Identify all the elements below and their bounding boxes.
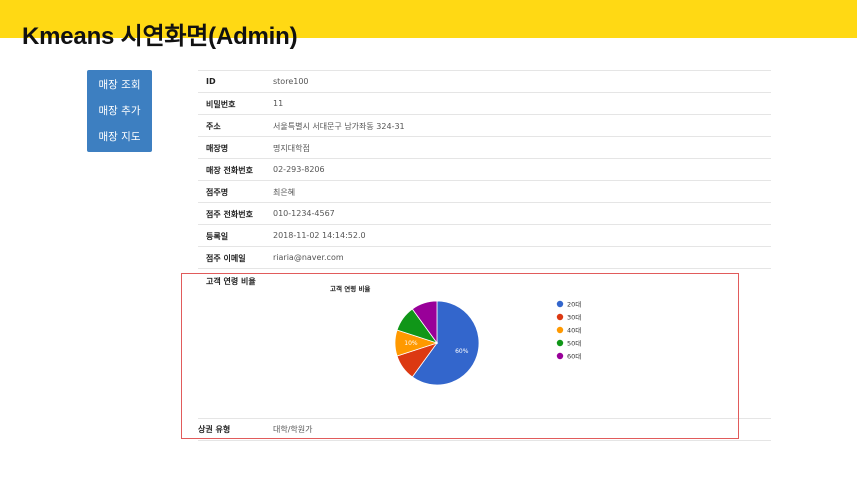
legend-label: 60대 [567,353,581,361]
legend-swatch [556,339,564,347]
detail-key: 상권 유형 [198,425,231,434]
legend-label: 40대 [567,327,581,335]
legend-swatch [556,352,564,360]
legend-label: 50대 [567,340,581,348]
age-pie-chart: 고객 연령 비율 60% 10% 20대 30대 40대 50대 60대 [330,284,581,386]
detail-value: 대학/학원가 [273,425,313,434]
legend-swatch [556,326,564,334]
legend-label: 20대 [567,301,581,309]
slice-label: 10% [404,340,418,347]
chart-title: 고객 연령 비율 [330,284,370,293]
slice-label: 60% [455,348,469,355]
legend-label: 30대 [567,314,581,322]
legend-swatch [556,300,564,308]
detail-row-commercial-type: 상권 유형 대학/학원가 [198,424,313,435]
legend-swatch [556,313,564,321]
